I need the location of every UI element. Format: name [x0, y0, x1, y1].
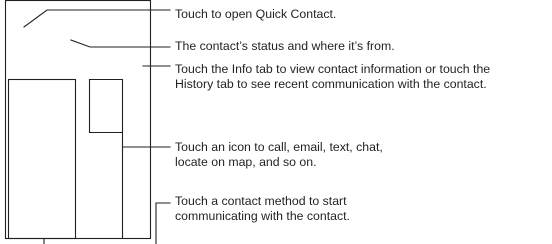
callout-icons: Touch an icon to call, email, text, chat…	[175, 140, 383, 170]
leader-quick-contact	[23, 9, 171, 28]
callout-status-line: The contact’s status and where it’s from…	[175, 39, 395, 53]
callout-methods: Touch a contact method to start communic…	[175, 194, 350, 224]
callout-methods-line-2: communicating with the contact.	[175, 209, 350, 223]
icon-column-panel	[88, 78, 124, 240]
callout-quick-contact: Touch to open Quick Contact.	[175, 7, 336, 22]
callout-tabs-line-1: Touch the Info tab to view contact infor…	[175, 62, 491, 76]
callout-icons-line-1: Touch an icon to call, email, text, chat…	[175, 140, 383, 154]
contact-method-panel	[7, 78, 77, 240]
callout-quick-contact-line: Touch to open Quick Contact.	[175, 7, 337, 21]
callout-tabs: Touch the Info tab to view contact infor…	[175, 62, 490, 92]
callout-tabs-line-2: History tab to see recent communication …	[175, 77, 487, 91]
leader-methods	[155, 202, 171, 244]
callout-icons-line-2: locate on map, and so on.	[175, 155, 317, 169]
callout-methods-line-1: Touch a contact method to start	[175, 194, 347, 208]
screen-outline	[4, 0, 152, 240]
leader-status	[70, 39, 171, 48]
callout-status: The contact’s status and where it’s from…	[175, 39, 395, 54]
